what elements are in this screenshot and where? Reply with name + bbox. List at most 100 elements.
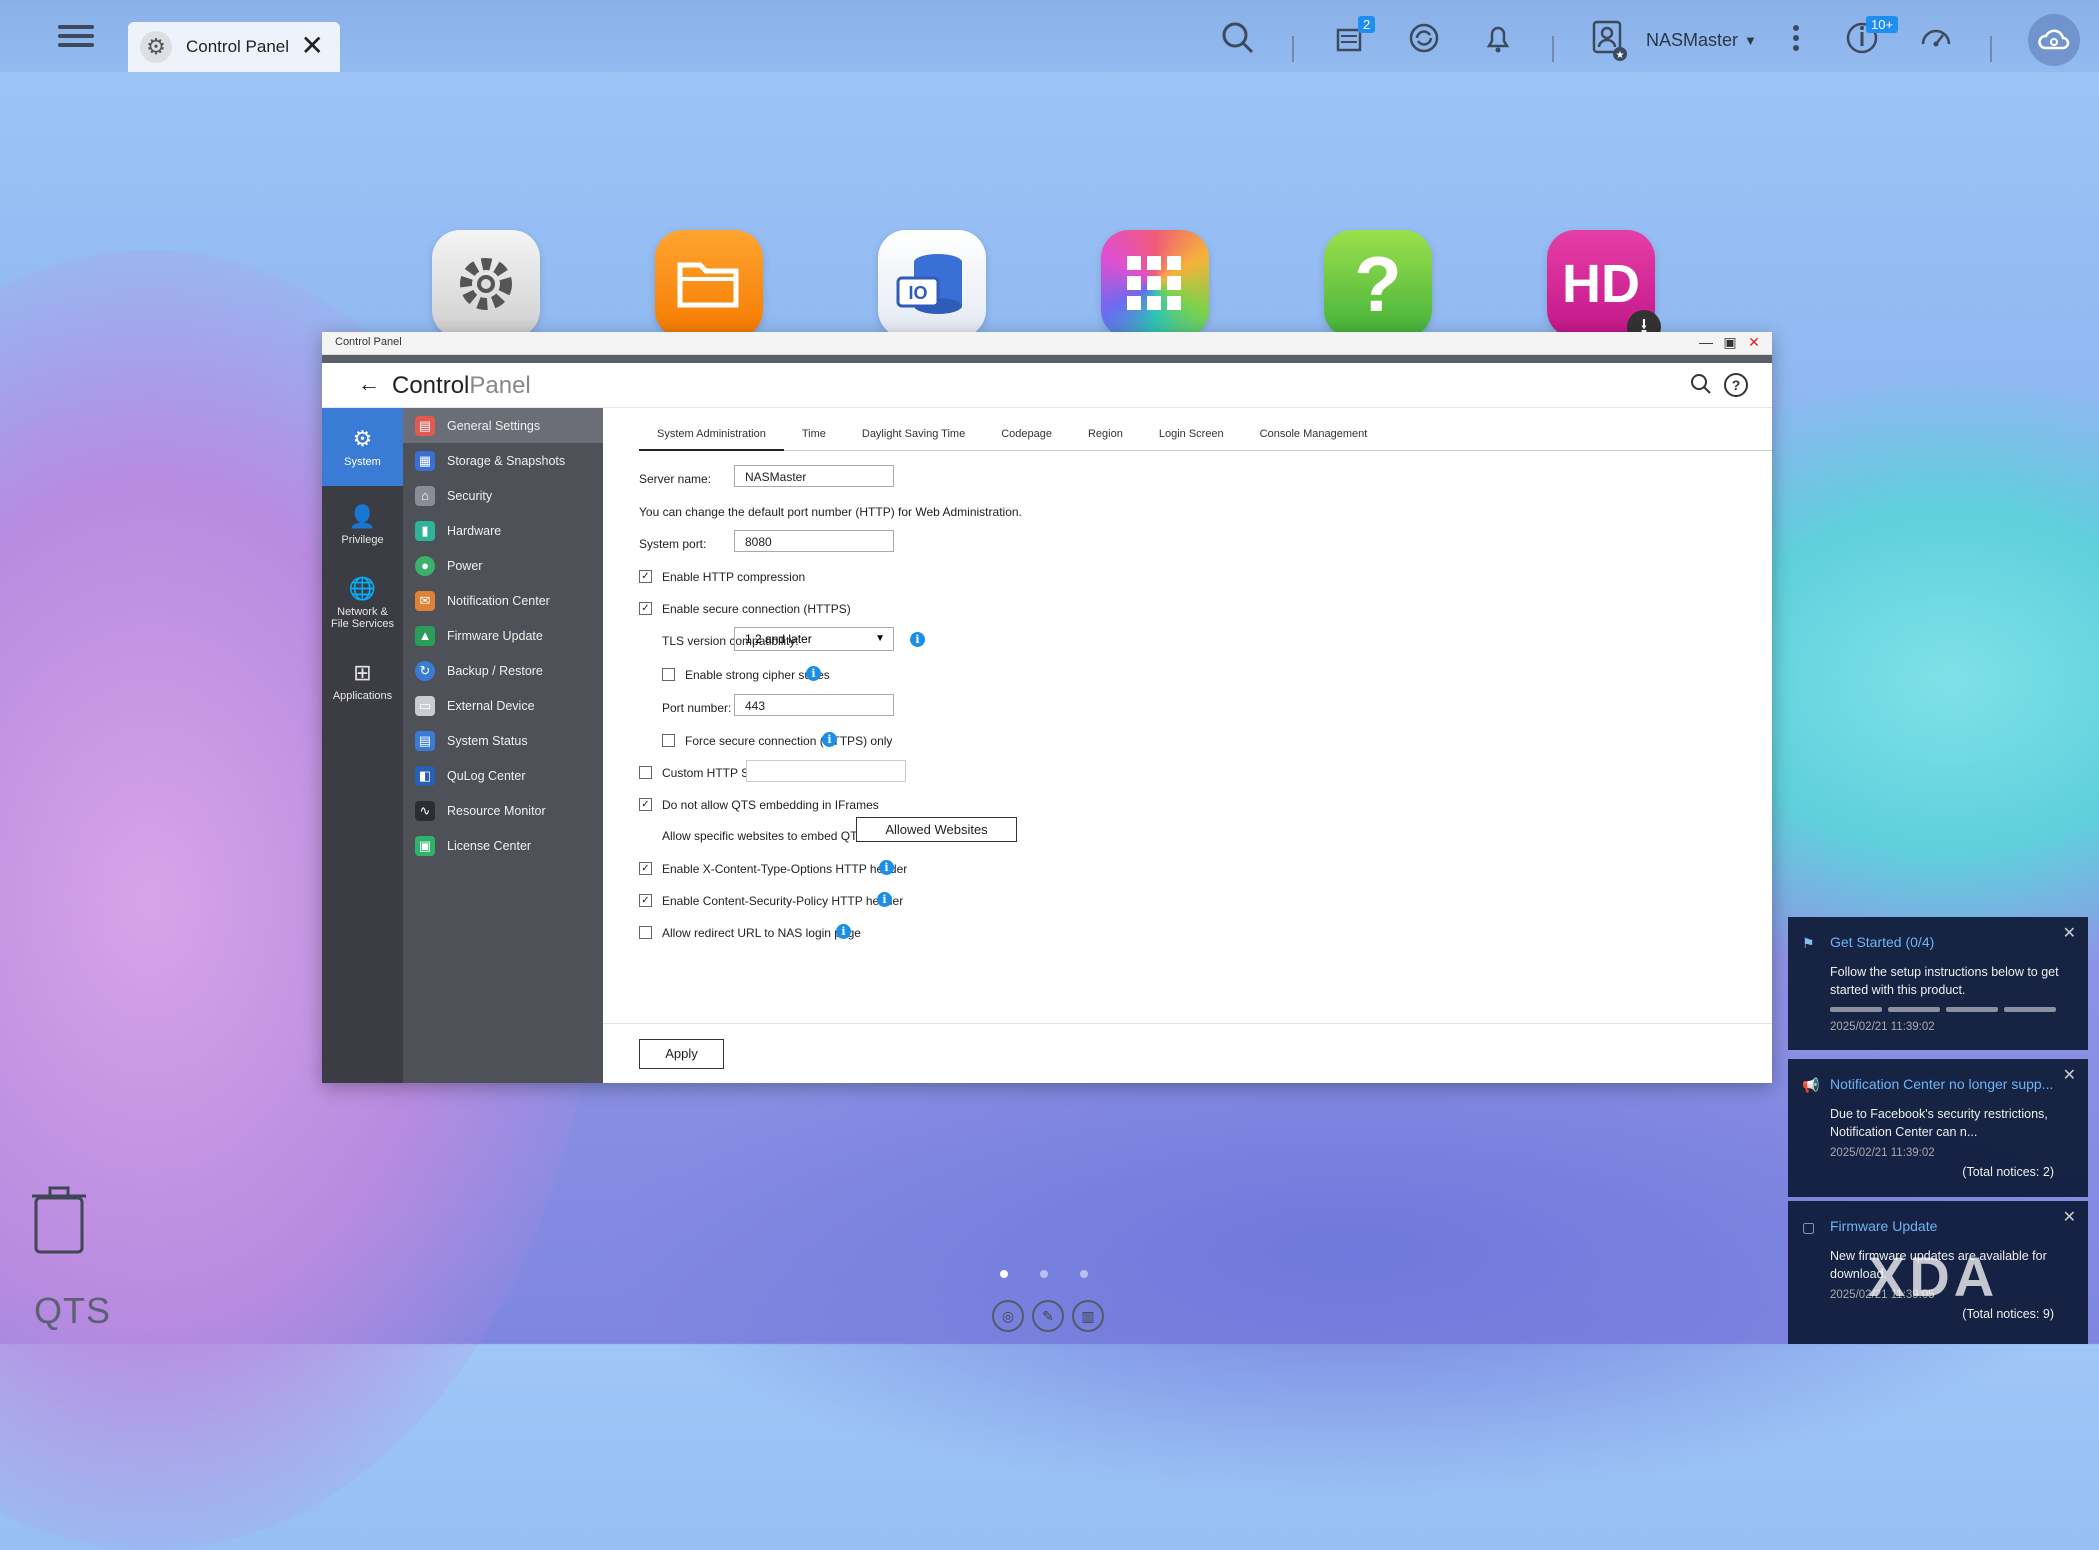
notice-get-started[interactable]: ⚑ Get Started (0/4) ✕ Follow the setup i… [1788,917,2088,1050]
close-icon[interactable]: ✕ [301,32,324,60]
file-station-app-icon[interactable] [655,230,763,338]
server-name-input[interactable]: NASMaster [734,465,894,487]
redirect-checkbox[interactable] [639,926,652,939]
tab-system-administration[interactable]: System Administration [639,422,784,451]
info-icon[interactable]: i [877,892,892,907]
page-dot-1[interactable] [1000,1270,1008,1278]
book-icon[interactable]: ▥ [1072,1300,1104,1332]
page-dot-2[interactable] [1040,1270,1048,1278]
tab-login-screen[interactable]: Login Screen [1141,422,1242,449]
info-icon[interactable]: i [910,632,925,647]
sidebar-item-system-status[interactable]: ▤ System Status [403,723,603,758]
sidebar-item-external-device[interactable]: ▭ External Device [403,688,603,723]
tab-console-management[interactable]: Console Management [1242,422,1386,449]
tab-daylight-saving-time[interactable]: Daylight Saving Time [844,422,983,449]
http-compression-checkbox[interactable]: ✓ [639,570,652,583]
https-checkbox[interactable]: ✓ [639,602,652,615]
cp-header: ← ControlPanel ? [322,363,1772,408]
user-menu[interactable]: ★ NASMaster ▼ [1590,18,1757,62]
system-port-input[interactable]: 8080 [734,530,894,552]
apply-button[interactable]: Apply [639,1039,724,1069]
log-icon: ◧ [415,765,435,786]
sidebar-item-security[interactable]: ⌂ Security [403,478,603,513]
info-icon[interactable]: i [806,666,821,681]
myqnapcloud-icon[interactable]: ◎ [992,1300,1024,1332]
notification-icon: ✉ [415,590,435,611]
username: NASMaster [1646,29,1739,50]
info-icon[interactable]: i [822,732,837,747]
sidebar-item-qulog-center[interactable]: ◧ QuLog Center [403,758,603,793]
csp-checkbox[interactable]: ✓ [639,894,652,907]
notice-body: Due to Facebook's security restrictions,… [1830,1107,2048,1139]
sidebar-item-firmware-update[interactable]: ▲ Firmware Update [403,618,603,653]
external-device-icon: ▭ [415,695,435,716]
custom-header-input[interactable] [746,760,906,782]
globe-icon: 🌐 [348,576,377,601]
storage-snapshots-app-icon[interactable]: IO [878,230,986,338]
close-icon[interactable]: ✕ [2063,923,2076,943]
x-content-checkbox[interactable]: ✓ [639,862,652,875]
minimize-icon[interactable]: — [1698,334,1714,351]
more-options-icon[interactable] [1776,18,1816,58]
force-https-checkbox[interactable] [662,734,675,747]
app-center-app-icon[interactable] [1101,230,1209,338]
help-center-app-icon[interactable]: ? [1324,230,1432,338]
page-dot-3[interactable] [1080,1270,1088,1278]
settings-icon: ▤ [415,415,435,436]
sidebar-item-storage-snapshots[interactable]: ▦ Storage & Snapshots [403,443,603,478]
watermark: XDA [1868,1245,1999,1308]
maximize-icon[interactable]: ▣ [1722,334,1738,351]
nav-system[interactable]: ⚙ System [322,408,403,486]
tab-codepage[interactable]: Codepage [983,422,1070,449]
help-icon[interactable]: ? [1724,373,1748,397]
window-title: Control Panel [335,336,402,348]
tools-icon[interactable]: ✎ [1032,1300,1064,1332]
main-menu-button[interactable] [58,20,94,56]
sidebar-item-backup-restore[interactable]: ↻ Backup / Restore [403,653,603,688]
sidebar-item-resource-monitor[interactable]: ∿ Resource Monitor [403,793,603,828]
sidebar-item-hardware[interactable]: ▮ Hardware [403,513,603,548]
gear-icon: ⚙ [352,426,373,451]
sidebar-item-license-center[interactable]: ▣ License Center [403,828,603,863]
search-icon[interactable] [1218,18,1258,58]
tab-time[interactable]: Time [784,422,844,449]
sidebar-item-general-settings[interactable]: ▤ General Settings [403,408,603,443]
back-arrow-icon[interactable]: ← [358,371,380,397]
search-icon[interactable] [1690,373,1712,395]
tls-version-select[interactable]: 1.2 and later ▼ [734,627,894,651]
control-panel-app-icon[interactable] [432,230,540,338]
close-icon[interactable]: ✕ [2063,1207,2076,1227]
hardware-icon: ▮ [415,520,435,541]
no-iframe-checkbox[interactable]: ✓ [639,798,652,811]
nav-privilege[interactable]: 👤 Privilege [322,486,403,564]
custom-header-checkbox[interactable] [639,766,652,779]
sync-icon[interactable] [1404,18,1444,58]
allowed-websites-button[interactable]: Allowed Websites [856,817,1017,842]
x-content-label: Enable X-Content-Type-Options HTTP heade… [662,862,908,876]
nav-applications[interactable]: ⊞ Applications [322,642,403,720]
tab-control-panel[interactable]: ⚙ Control Panel ✕ [128,22,340,72]
tab-region[interactable]: Region [1070,422,1141,449]
nav-network-file-services[interactable]: 🌐 Network & File Services [322,564,403,642]
sidebar-item-notification-center[interactable]: ✉ Notification Center [403,583,603,618]
user-icon: ★ [1592,20,1627,61]
strong-cipher-checkbox[interactable] [662,668,675,681]
trash-icon[interactable] [30,1184,88,1256]
firmware-icon: ▢ [1802,1219,1816,1235]
close-icon[interactable]: ✕ [2063,1065,2076,1085]
sidebar-item-power[interactable]: ● Power [403,548,603,583]
notice-title: Notification Center no longer supp... [1830,1076,2054,1092]
close-icon[interactable]: ✕ [1746,334,1762,351]
notice-date: 2025/02/21 11:39:02 [1830,1147,1935,1159]
info-icon[interactable]: i [836,924,851,939]
no-iframe-label: Do not allow QTS embedding in IFrames [662,798,879,812]
info-icon[interactable]: i [879,860,894,875]
notice-notification-center[interactable]: 📢 Notification Center no longer supp... … [1788,1059,2088,1197]
force-https-label: Force secure connection (HTTPS) only [685,734,893,748]
notice-total: (Total notices: 2) [1962,1165,2054,1179]
hd-station-app-icon[interactable]: HD ⭳ [1547,230,1661,344]
https-port-input[interactable]: 443 [734,694,894,716]
bell-icon[interactable] [1478,18,1518,58]
myqnapcloud-button[interactable] [2028,14,2080,66]
dashboard-icon[interactable] [1916,18,1956,58]
